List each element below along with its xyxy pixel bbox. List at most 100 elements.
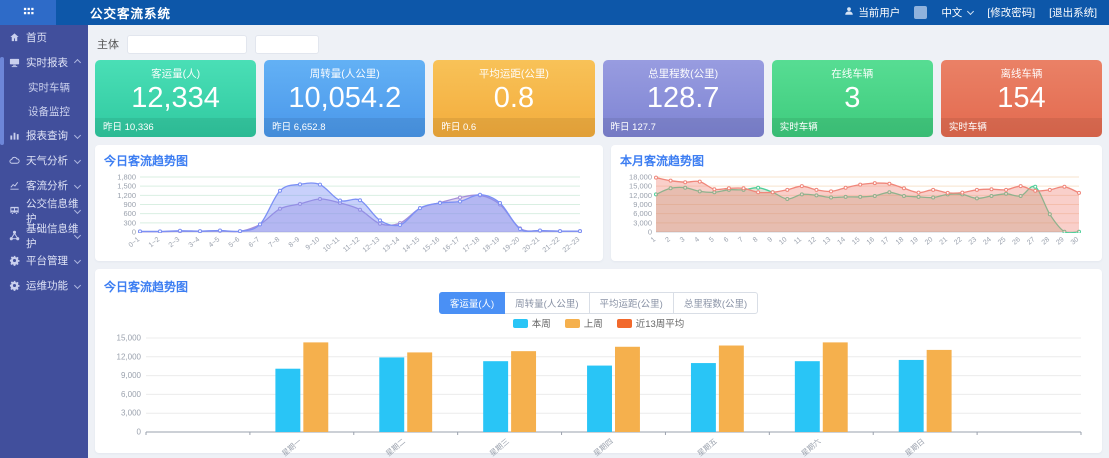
legend-swatch — [617, 319, 632, 328]
stat-card-footer: 实时车辆 — [941, 118, 1102, 137]
svg-text:20: 20 — [924, 236, 935, 246]
svg-text:12: 12 — [807, 236, 818, 246]
stat-card-value: 3 — [772, 82, 933, 114]
svg-text:2: 2 — [664, 236, 672, 244]
svg-text:星期二: 星期二 — [384, 436, 407, 458]
svg-text:星期日: 星期日 — [903, 437, 926, 458]
stat-card-title: 客运量(人) — [95, 66, 256, 81]
month-line-chart: 03,0006,0009,00012,00015,00018,000123456… — [620, 169, 1093, 257]
stat-card-3: 总里程数(公里)128.7 昨日 127.7 — [603, 60, 764, 137]
current-user[interactable]: 当前用户 — [844, 5, 900, 20]
sidebar-item-2[interactable]: 报表查询 — [0, 123, 88, 148]
stat-card-value: 0.8 — [433, 82, 594, 114]
svg-text:7~8: 7~8 — [268, 236, 282, 249]
sidebar-item-label: 平台管理 — [26, 253, 68, 268]
svg-text:15~16: 15~16 — [422, 236, 442, 254]
legend-item-2[interactable]: 近13周平均 — [617, 316, 685, 330]
legend-label: 近13周平均 — [636, 316, 685, 330]
svg-text:9~10: 9~10 — [305, 236, 322, 252]
sidebar-item-3[interactable]: 天气分析 — [0, 148, 88, 173]
svg-text:15,000: 15,000 — [117, 334, 142, 343]
network-icon — [9, 230, 21, 242]
svg-text:16: 16 — [866, 236, 877, 246]
legend-swatch — [565, 319, 580, 328]
menu-grid-button[interactable] — [0, 0, 56, 25]
metric-tab-3[interactable]: 总里程数(公里) — [673, 292, 758, 314]
svg-text:11: 11 — [793, 236, 803, 246]
stat-card-5: 离线车辆154实时车辆 — [941, 60, 1102, 137]
sidebar-item-7[interactable]: 平台管理 — [0, 248, 88, 273]
svg-text:9,000: 9,000 — [633, 200, 652, 209]
top-header: 公交客流系统 当前用户 中文 [修改密码] [退出系统] — [0, 0, 1109, 25]
legend-label: 本周 — [532, 316, 551, 330]
bus-icon — [9, 205, 21, 217]
svg-text:22~23: 22~23 — [562, 236, 582, 254]
svg-text:1,500: 1,500 — [117, 182, 136, 191]
cloud-icon — [9, 155, 21, 167]
stat-card-1: 周转量(人公里)10,054.2昨日 6,652.8 — [264, 60, 425, 137]
sidebar-item-5[interactable]: 公交信息维护 — [0, 198, 88, 223]
svg-text:18~19: 18~19 — [482, 236, 502, 254]
metric-tab-1[interactable]: 周转量(人公里) — [504, 292, 589, 314]
date-input[interactable] — [255, 35, 319, 54]
avatar[interactable] — [914, 6, 927, 19]
chevron-down-icon — [74, 182, 81, 189]
svg-text:3,000: 3,000 — [633, 218, 652, 227]
stat-card-footer: 昨日 127.7 — [603, 118, 764, 137]
logout-button[interactable]: [退出系统] — [1049, 5, 1097, 20]
svg-text:27: 27 — [1026, 236, 1037, 246]
stat-cards-row: 客运量(人)12,334昨日 10,336周转量(人公里)10,054.2昨日 … — [95, 60, 1102, 137]
svg-text:20~21: 20~21 — [522, 236, 542, 254]
svg-text:28: 28 — [1041, 236, 1052, 246]
svg-text:3: 3 — [679, 236, 687, 244]
today-line-chart: 03006009001,2001,5001,8000~11~22~33~44~5… — [104, 169, 594, 257]
svg-text:10: 10 — [778, 236, 789, 246]
subject-select[interactable] — [127, 35, 247, 54]
language-selector[interactable]: 中文 — [941, 5, 973, 20]
svg-text:星期三: 星期三 — [488, 437, 511, 458]
sidebar-item-label: 天气分析 — [26, 153, 68, 168]
stat-card-0: 客运量(人)12,334昨日 10,336 — [95, 60, 256, 137]
svg-text:1,800: 1,800 — [117, 173, 136, 182]
page-title: 公交客流系统 — [90, 3, 171, 22]
svg-text:19~20: 19~20 — [502, 236, 522, 254]
stat-card-title: 周转量(人公里) — [264, 66, 425, 81]
sidebar-item-8[interactable]: 运维功能 — [0, 273, 88, 298]
svg-text:300: 300 — [123, 218, 136, 227]
today-trend-panel: 今日客流趋势图 03006009001,2001,5001,8000~11~22… — [95, 145, 603, 261]
svg-text:17: 17 — [880, 236, 891, 246]
svg-text:2~3: 2~3 — [168, 236, 182, 249]
svg-text:6: 6 — [723, 236, 731, 244]
change-password-button[interactable]: [修改密码] — [987, 5, 1035, 20]
svg-text:13: 13 — [822, 236, 833, 246]
chart-legend: 本周上周 近13周平均 — [104, 316, 1093, 330]
stat-card-value: 10,054.2 — [264, 82, 425, 114]
sidebar-item-1[interactable]: 实时报表 — [0, 50, 88, 75]
legend-item-0[interactable]: 本周 — [513, 316, 551, 330]
sidebar-subitem-1-0[interactable]: 实时车辆 — [0, 75, 88, 99]
metric-tab-0[interactable]: 客运量(人) — [439, 292, 505, 314]
svg-text:21: 21 — [939, 236, 950, 246]
sidebar-subitem-1-1[interactable]: 设备监控 — [0, 99, 88, 123]
svg-text:5~6: 5~6 — [228, 236, 242, 249]
sidebar-menu: 首页实时报表实时车辆设备监控报表查询天气分析客流分析公交信息维护基础信息维护平台… — [0, 25, 88, 298]
sidebar-item-0[interactable]: 首页 — [0, 25, 88, 50]
stat-card-title: 在线车辆 — [772, 66, 933, 81]
grid-icon — [23, 6, 34, 20]
svg-text:24: 24 — [982, 236, 993, 246]
metric-tab-2[interactable]: 平均运距(公里) — [589, 292, 674, 314]
stat-card-value: 128.7 — [603, 82, 764, 114]
sidebar-item-6[interactable]: 基础信息维护 — [0, 223, 88, 248]
svg-text:11~12: 11~12 — [342, 236, 361, 254]
svg-text:4~5: 4~5 — [208, 236, 222, 249]
legend-item-1[interactable]: 上周 — [565, 316, 603, 330]
line-chart-icon — [9, 180, 21, 192]
svg-text:18: 18 — [895, 236, 906, 246]
subject-label: 主体 — [97, 36, 119, 52]
sidebar-item-4[interactable]: 客流分析 — [0, 173, 88, 198]
weekly-bar-chart: 03,0006,0009,00012,00015,000星期一星期二星期三星期四… — [104, 330, 1093, 458]
stat-card-title: 总里程数(公里) — [603, 66, 764, 81]
svg-text:30: 30 — [1070, 236, 1081, 246]
month-trend-panel: 本月客流趋势图 03,0006,0009,00012,00015,00018,0… — [611, 145, 1102, 261]
svg-text:星期一: 星期一 — [280, 436, 303, 458]
